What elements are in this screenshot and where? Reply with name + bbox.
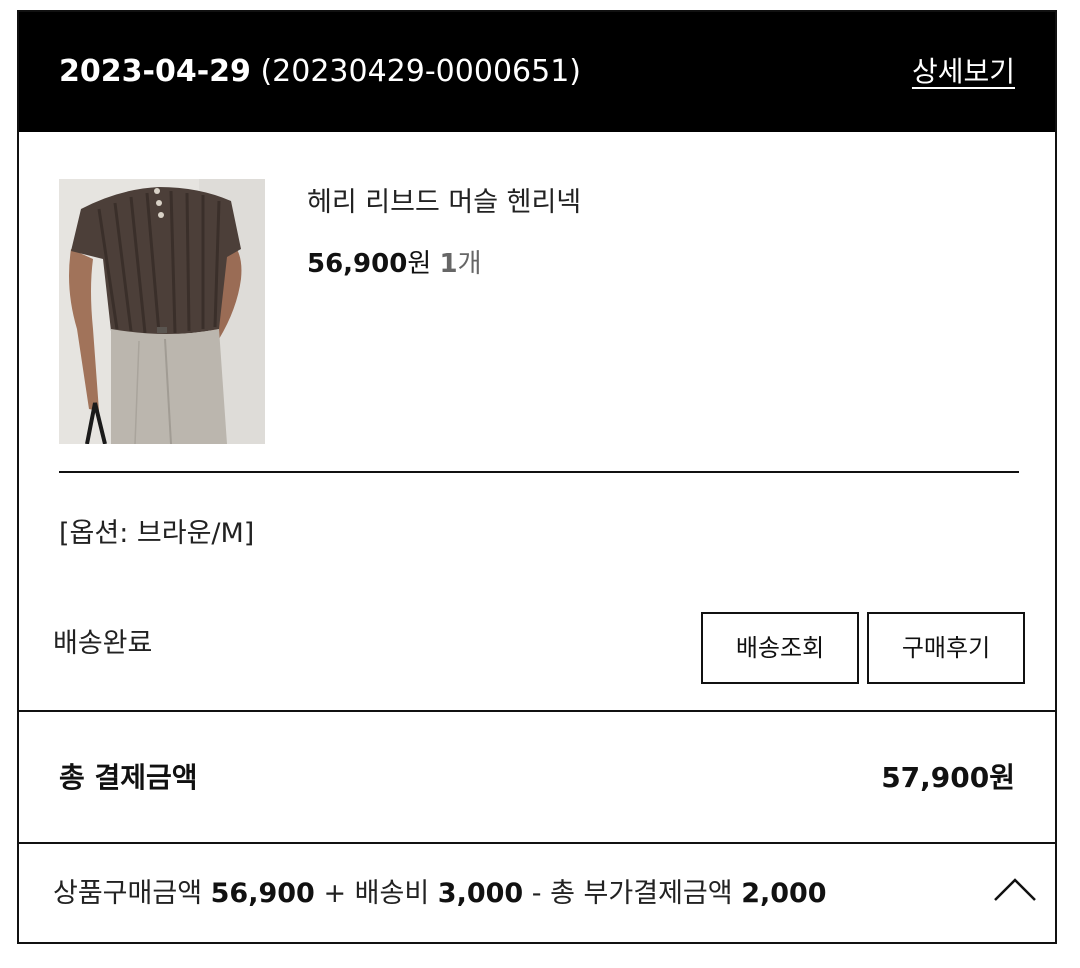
product-divider <box>59 471 1019 473</box>
product-option: [옵션: 브라운/M] <box>59 518 255 549</box>
write-review-button[interactable]: 구매후기 <box>867 612 1025 684</box>
plus-sign: + <box>323 878 347 909</box>
product-name[interactable]: 헤리 리브드 머슬 헨리넥 <box>307 183 581 223</box>
order-card: 2023-04-29 (20230429-0000651) 상세보기 헤리 리브… <box>17 10 1057 944</box>
discount-amount: 2,000 <box>741 878 827 909</box>
product-price: 56,900 <box>307 249 408 279</box>
discount-label: 총 부가결제금액 <box>550 878 733 909</box>
product-amount: 56,900 <box>210 878 315 909</box>
quantity-unit: 개 <box>457 249 482 279</box>
delivery-status: 배송완료 <box>53 628 153 659</box>
price-unit: 원 <box>407 249 432 279</box>
order-detail-link[interactable]: 상세보기 <box>912 52 1015 92</box>
shipping-fee: 3,000 <box>437 878 524 909</box>
product-photo-icon <box>59 179 265 444</box>
product-image[interactable] <box>59 179 265 444</box>
order-date: 2023-04-29 <box>59 54 251 89</box>
payment-breakdown: 상품구매금액 56,900 + 배송비 3,000 - 총 부가결제금액 2,0… <box>53 874 827 914</box>
order-number: (20230429-0000651) <box>260 54 581 89</box>
section-divider-top <box>19 710 1055 712</box>
shipping-fee-label: 배송비 <box>354 878 430 909</box>
total-payment-value: 57,900원 <box>881 761 1015 794</box>
chevron-up-icon[interactable] <box>993 872 1037 908</box>
product-price-line: 56,900원 1개 <box>307 244 482 284</box>
minus-sign: - <box>531 878 542 909</box>
order-header: 2023-04-29 (20230429-0000651) 상세보기 <box>19 12 1055 132</box>
track-delivery-button[interactable]: 배송조회 <box>701 612 859 684</box>
product-amount-label: 상품구매금액 <box>53 878 203 909</box>
section-divider-bottom <box>19 842 1055 844</box>
order-date-line: 2023-04-29 (20230429-0000651) <box>59 52 581 92</box>
product-quantity: 1 <box>439 249 458 279</box>
total-payment-label: 총 결제금액 <box>59 761 198 794</box>
